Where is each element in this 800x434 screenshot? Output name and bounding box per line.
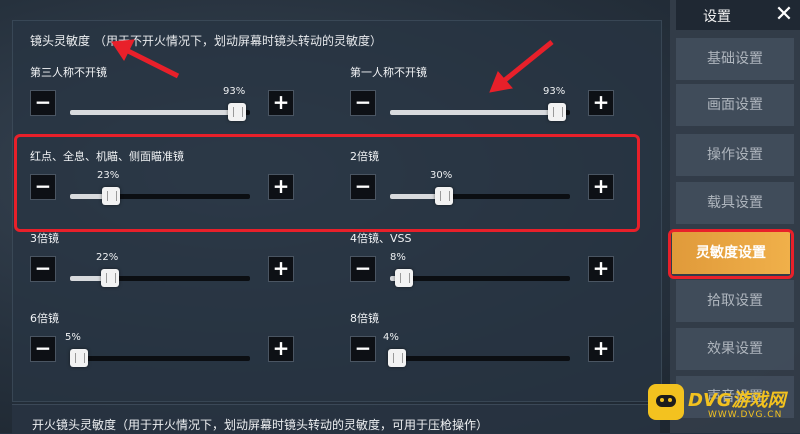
arrow-left <box>111 39 180 79</box>
watermark-url: WWW.DVG.CN <box>708 410 783 420</box>
watermark: DVG游戏网 WWW.DVG.CN <box>648 384 798 428</box>
annotation-arrows <box>111 39 554 93</box>
arrow-right <box>489 40 554 93</box>
gamepad-logo-icon <box>648 384 684 420</box>
watermark-brand: DVG游戏网 <box>688 390 786 411</box>
